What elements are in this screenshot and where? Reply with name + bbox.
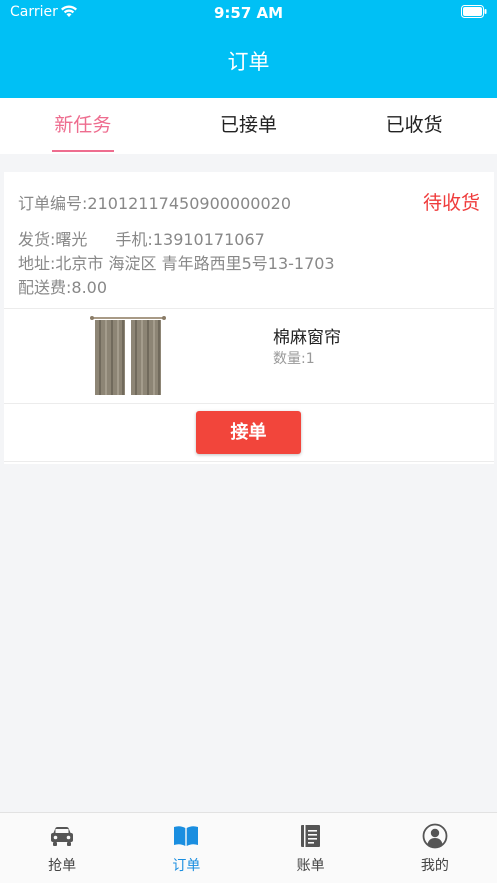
page-title: 订单 bbox=[227, 50, 270, 74]
product-name: 棉麻窗帘 bbox=[273, 328, 341, 348]
order-tabs: 新任务 已接单 已收货 bbox=[0, 98, 497, 154]
product-quantity: 数量:1 bbox=[273, 348, 315, 368]
tabbar-item-mine[interactable]: 我的 bbox=[373, 813, 497, 883]
book-icon bbox=[173, 823, 199, 849]
fee-value: 8.00 bbox=[71, 278, 108, 297]
quantity-value: 1 bbox=[305, 351, 315, 367]
order-card: 订单编号:21012117450900000020 待收货 发货:曙光 手机:13… bbox=[4, 172, 494, 464]
battery-icon bbox=[461, 5, 487, 22]
tab-received[interactable]: 已收货 bbox=[331, 98, 497, 154]
accept-order-button[interactable]: 接单 bbox=[196, 411, 301, 454]
phone-number[interactable]: 13910171067 bbox=[153, 230, 265, 249]
ledger-icon bbox=[298, 823, 324, 849]
app-header: Carrier 9:57 AM 订单 bbox=[0, 0, 497, 98]
tabbar-label-orders: 订单 bbox=[172, 858, 201, 874]
phone-label: 手机: bbox=[115, 230, 153, 249]
address-value: 北京市 海淀区 青年路西里5号13-1703 bbox=[55, 254, 335, 273]
divider bbox=[4, 308, 494, 309]
tabbar-item-orders[interactable]: 订单 bbox=[124, 813, 248, 883]
clock: 9:57 AM bbox=[213, 4, 284, 22]
tabbar-label-grab: 抢单 bbox=[48, 858, 77, 874]
divider bbox=[4, 461, 494, 462]
shipper-label: 发货: bbox=[18, 230, 56, 249]
car-icon bbox=[49, 823, 75, 849]
order-status-badge: 待收货 bbox=[422, 192, 480, 214]
tabbar-item-grab[interactable]: 抢单 bbox=[0, 813, 124, 883]
fee-label: 配送费: bbox=[18, 278, 72, 297]
order-number-label: 订单编号: bbox=[18, 194, 88, 213]
curtain-product-image bbox=[88, 315, 168, 397]
tabbar-item-bills[interactable]: 账单 bbox=[249, 813, 373, 883]
user-icon bbox=[422, 823, 448, 849]
shipper-row: 发货:曙光 手机:13910171067 bbox=[18, 226, 265, 250]
fee-row: 配送费:8.00 bbox=[18, 274, 107, 298]
order-number: 21012117450900000020 bbox=[87, 194, 291, 213]
quantity-label: 数量: bbox=[273, 351, 306, 367]
tab-accepted[interactable]: 已接单 bbox=[166, 98, 332, 154]
tab-new-tasks[interactable]: 新任务 bbox=[0, 98, 166, 154]
divider bbox=[4, 403, 494, 404]
tabbar-label-mine: 我的 bbox=[420, 858, 449, 874]
status-bar: Carrier 9:57 AM bbox=[0, 0, 497, 26]
shipper-name: 曙光 bbox=[55, 230, 88, 249]
order-number-row: 订单编号:21012117450900000020 bbox=[18, 190, 291, 214]
bottom-tab-bar: 抢单 订单 账单 我的 bbox=[0, 812, 497, 883]
address-row: 地址:北京市 海淀区 青年路西里5号13-1703 bbox=[18, 250, 335, 274]
address-label: 地址: bbox=[18, 254, 56, 273]
tabbar-label-bills: 账单 bbox=[296, 858, 325, 874]
